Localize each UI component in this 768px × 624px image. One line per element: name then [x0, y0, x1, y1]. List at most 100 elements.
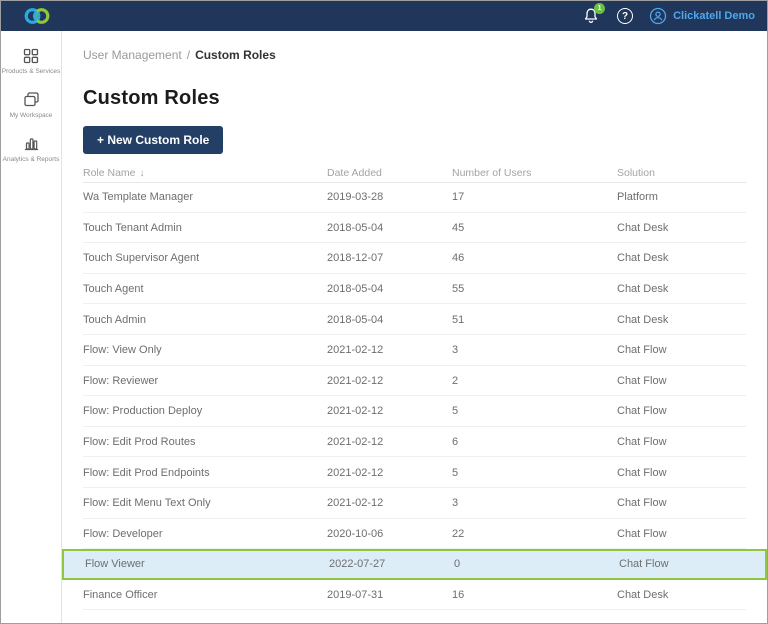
solution-cell: Chat Desk: [617, 221, 669, 234]
table-row[interactable]: Flow: Developer 2020-10-06 22 Chat Flow: [62, 519, 767, 550]
date-added-cell: 2021-02-12: [327, 497, 384, 510]
breadcrumb-current: Custom Roles: [195, 48, 276, 62]
workspace-icon: [23, 92, 39, 107]
notifications-button[interactable]: 1: [581, 3, 606, 26]
table-row[interactable]: Flow Viewer 2022-07-27 0 Chat Flow: [62, 549, 767, 580]
table-row[interactable]: Finance Officer 2019-07-31 16 Chat Desk: [62, 580, 767, 611]
date-added-cell: 2022-07-27: [329, 558, 386, 571]
grid-icon: [23, 48, 39, 64]
table-row[interactable]: Touch Admin 2018-05-04 51 Chat Desk: [62, 304, 767, 335]
clickatell-logo-icon[interactable]: [23, 5, 51, 27]
role-name-cell: Flow: Production Deploy: [83, 405, 203, 418]
number-of-users-cell: 22: [452, 527, 465, 540]
app-window: 1 ? Clickatell Demo Products & Services …: [0, 0, 768, 624]
role-name-cell: Flow: Edit Menu Text Only: [83, 497, 211, 510]
top-bar: 1 ? Clickatell Demo: [1, 1, 767, 31]
number-of-users-cell: 46: [452, 252, 465, 265]
sidebar-item-label: Analytics & Reports: [2, 156, 60, 164]
role-name-cell: Flow: Reviewer: [83, 374, 159, 387]
user-name-label: Clickatell Demo: [673, 10, 755, 22]
role-name-cell: Touch Agent: [83, 283, 144, 296]
date-added-cell: 2020-10-06: [327, 527, 384, 540]
role-name-cell: Touch Supervisor Agent: [83, 252, 200, 265]
solution-cell: Chat Flow: [617, 344, 667, 357]
column-header-number-of-users[interactable]: Number of Users: [452, 167, 617, 179]
number-of-users-cell: 55: [452, 283, 465, 296]
help-button[interactable]: ?: [617, 8, 634, 24]
breadcrumb-parent-link[interactable]: User Management: [83, 48, 182, 62]
number-of-users-cell: 6: [452, 436, 459, 449]
number-of-users-cell: 2: [452, 374, 459, 387]
table-row[interactable]: Flow: Production Deploy 2021-02-12 5 Cha…: [62, 396, 767, 427]
analytics-icon: [24, 138, 38, 151]
date-added-cell: 2021-02-12: [327, 344, 384, 357]
table-row[interactable]: Touch Tenant Admin 2018-05-04 45 Chat De…: [62, 213, 767, 244]
sidebar-item-my-workspace[interactable]: My Workspace: [1, 90, 61, 119]
table-row[interactable]: Flow: Edit Prod Endpoints 2021-02-12 5 C…: [62, 457, 767, 488]
table-row[interactable]: Touch Agent 2018-05-04 55 Chat Desk: [62, 274, 767, 305]
number-of-users-cell: 5: [452, 405, 459, 418]
table-row[interactable]: Flow: View Only 2021-02-12 3 Chat Flow: [62, 335, 767, 366]
table-row[interactable]: Wa Template Manager 2019-03-28 17 Platfo…: [62, 182, 767, 213]
role-name-cell: Flow: Developer: [83, 527, 163, 540]
column-header-role-name[interactable]: Role Name ↓: [83, 167, 327, 179]
solution-cell: Chat Desk: [617, 313, 669, 326]
breadcrumb: User Management / Custom Roles: [62, 31, 767, 62]
table-row[interactable]: Flow: Edit Menu Text Only 2021-02-12 3 C…: [62, 488, 767, 519]
date-added-cell: 2021-02-12: [327, 374, 384, 387]
date-added-cell: 2018-05-04: [327, 313, 384, 326]
table-row[interactable]: Touch Supervisor Agent 2018-12-07 46 Cha…: [62, 243, 767, 274]
role-name-cell: Flow Viewer: [85, 558, 145, 571]
date-added-cell: 2019-07-31: [327, 589, 384, 602]
table-body: Wa Template Manager 2019-03-28 17 Platfo…: [62, 182, 767, 610]
role-name-cell: Flow: Edit Prod Routes: [83, 436, 196, 449]
sidebar-item-products-services[interactable]: Products & Services: [1, 47, 61, 75]
solution-cell: Chat Flow: [617, 436, 667, 449]
table-header-row: Role Name ↓ Date Added Number of Users S…: [62, 164, 767, 183]
role-name-cell: Touch Admin: [83, 313, 146, 326]
table-row[interactable]: Flow: Edit Prod Routes 2021-02-12 6 Chat…: [62, 427, 767, 458]
solution-cell: Chat Desk: [617, 252, 669, 265]
date-added-cell: 2021-02-12: [327, 436, 384, 449]
date-added-cell: 2021-02-12: [327, 466, 384, 479]
sort-descending-icon[interactable]: ↓: [140, 168, 145, 179]
date-added-cell: 2021-02-12: [327, 405, 384, 418]
sidebar: Products & Services My Workspace Analyti…: [1, 31, 62, 623]
solution-cell: Chat Desk: [617, 589, 669, 602]
help-icon: ?: [622, 10, 629, 22]
number-of-users-cell: 17: [452, 191, 465, 204]
solution-cell: Chat Flow: [617, 374, 667, 387]
column-header-date-added[interactable]: Date Added: [327, 167, 452, 179]
solution-cell: Chat Flow: [619, 558, 669, 571]
custom-roles-table: Role Name ↓ Date Added Number of Users S…: [62, 164, 767, 610]
role-name-cell: Flow: View Only: [83, 344, 162, 357]
sidebar-item-label: Products & Services: [1, 68, 61, 75]
sidebar-item-label: My Workspace: [9, 112, 53, 120]
number-of-users-cell: 45: [452, 221, 465, 234]
solution-cell: Platform: [617, 191, 658, 204]
notification-badge: 1: [594, 3, 606, 14]
number-of-users-cell: 0: [454, 558, 461, 571]
topbar-actions: 1 ? Clickatell Demo: [581, 3, 755, 26]
table-row[interactable]: Flow: Reviewer 2021-02-12 2 Chat Flow: [62, 366, 767, 397]
solution-cell: Chat Flow: [617, 527, 667, 540]
new-custom-role-button[interactable]: + New Custom Role: [83, 126, 224, 154]
role-name-cell: Finance Officer: [83, 589, 158, 602]
user-menu[interactable]: Clickatell Demo: [649, 7, 755, 25]
role-name-cell: Touch Tenant Admin: [83, 221, 182, 234]
column-header-solution[interactable]: Solution: [617, 167, 746, 179]
date-added-cell: 2018-05-04: [327, 221, 384, 234]
breadcrumb-separator: /: [186, 48, 191, 62]
solution-cell: Chat Flow: [617, 497, 667, 510]
number-of-users-cell: 16: [452, 589, 465, 602]
number-of-users-cell: 5: [452, 466, 459, 479]
date-added-cell: 2018-05-04: [327, 283, 384, 296]
page-title: Custom Roles: [83, 87, 220, 109]
role-name-cell: Wa Template Manager: [83, 191, 194, 204]
number-of-users-cell: 3: [452, 344, 459, 357]
sidebar-item-analytics-reports[interactable]: Analytics & Reports: [1, 134, 61, 163]
main-content: User Management / Custom Roles Custom Role…: [62, 31, 767, 623]
solution-cell: Chat Flow: [617, 466, 667, 479]
role-name-cell: Flow: Edit Prod Endpoints: [83, 466, 210, 479]
number-of-users-cell: 51: [452, 313, 465, 326]
